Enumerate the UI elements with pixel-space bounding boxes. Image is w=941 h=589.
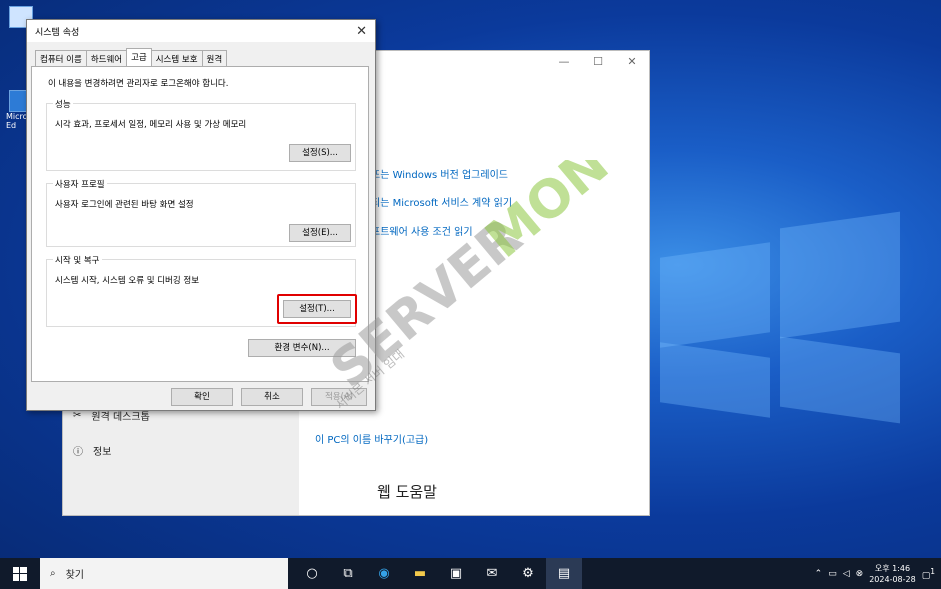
explorer-icon[interactable]: ▬ [402, 558, 438, 589]
advanced-tab-panel: 이 내용을 변경하려면 관리자로 로그온해야 합니다. 성능 시각 효과, 프로… [31, 66, 369, 382]
clock-time: 오후 1:46 [874, 563, 911, 573]
info-icon: ⓘ [73, 447, 83, 458]
mail-icon[interactable]: ✉ [474, 558, 510, 589]
status-icon[interactable]: ⊗ [856, 569, 864, 579]
clock-date: 2024-08-28 [869, 574, 916, 584]
network-icon[interactable]: ▭ [828, 569, 837, 579]
tab-remote[interactable]: 원격 [201, 50, 228, 66]
task-view-icon[interactable]: ⧉ [330, 558, 366, 589]
windows-icon [13, 566, 27, 581]
close-button[interactable]: ✕ [615, 51, 649, 73]
system-properties-icon[interactable]: ▤ [546, 558, 582, 589]
link-service-agreement[interactable]: 되는 Microsoft 서비스 계약 읽기 [371, 194, 512, 209]
tab-system-protection[interactable]: 시스템 보호 [150, 50, 203, 66]
tab-hardware[interactable]: 하드웨어 [85, 50, 128, 66]
windows-wallpaper-logo [640, 210, 900, 424]
group-title: 시작 및 복구 [53, 254, 102, 266]
link-license-terms[interactable]: 프트웨어 사용 조건 읽기 [371, 223, 473, 238]
cortana-icon[interactable]: ○ [294, 558, 330, 589]
chevron-up-icon[interactable]: ⌃ [815, 569, 823, 579]
system-tray: ⌃ ▭ ◁ ⊗ 오후 1:46 2024-08-28 ▢1 [815, 558, 941, 589]
search-placeholder: 찾기 [65, 570, 85, 581]
group-performance: 성능 시각 효과, 프로세서 일정, 메모리 사용 및 가상 메모리 설정(S)… [46, 98, 356, 171]
highlight-box [277, 294, 357, 324]
group-startup-recovery: 시작 및 복구 시스템 시작, 시스템 오류 및 디버깅 정보 설정(T)... [46, 254, 357, 327]
notification-icon[interactable]: ▢1 [922, 567, 935, 581]
remote-desktop-icon: ✂ [73, 410, 82, 421]
group-description: 시스템 시작, 시스템 오류 및 디버깅 정보 [55, 276, 200, 286]
store-icon[interactable]: ▣ [438, 558, 474, 589]
web-help-heading: 웹 도움말 [377, 483, 437, 501]
dialog-close-button[interactable]: ✕ [356, 24, 367, 39]
performance-settings-button[interactable]: 설정(S)... [289, 144, 351, 162]
edge-icon[interactable]: ◉ [366, 558, 402, 589]
search-icon: ⌕ [50, 568, 56, 579]
group-description: 시각 효과, 프로세서 일정, 메모리 사용 및 가상 메모리 [55, 120, 247, 130]
group-user-profiles: 사용자 프로필 사용자 로그인에 관련된 바탕 화면 설정 설정(E)... [46, 178, 356, 247]
group-title: 성능 [53, 98, 73, 110]
minimize-button[interactable]: — [547, 51, 581, 73]
maximize-button[interactable]: ☐ [581, 51, 615, 73]
taskbar-search[interactable]: ⌕ 찾기 [40, 558, 288, 589]
apply-button[interactable]: 적용(A) [311, 388, 367, 406]
link-rename-pc[interactable]: 이 PC의 이름 바꾸기(고급) [315, 431, 428, 446]
taskbar: ⌕ 찾기 ○ ⧉ ◉ ▬ ▣ ✉ ⚙ ▤ ⌃ ▭ ◁ ⊗ 오후 1:46 202… [0, 558, 941, 589]
volume-icon[interactable]: ◁ [843, 569, 850, 579]
start-button[interactable] [0, 558, 40, 589]
tab-advanced[interactable]: 고급 [126, 48, 152, 66]
admin-note: 이 내용을 변경하려면 관리자로 로그온해야 합니다. [48, 79, 229, 89]
ok-button[interactable]: 확인 [171, 388, 233, 406]
dialog-titlebar: 시스템 속성 ✕ [27, 20, 375, 42]
dialog-title: 시스템 속성 [35, 27, 80, 38]
group-description: 사용자 로그인에 관련된 바탕 화면 설정 [55, 200, 194, 210]
group-title: 사용자 프로필 [53, 178, 107, 190]
user-profiles-settings-button[interactable]: 설정(E)... [289, 224, 351, 242]
dialog-tabs: 컴퓨터 이름 하드웨어 고급 시스템 보호 원격 [35, 48, 228, 66]
link-upgrade[interactable]: 또는 Windows 버전 업그레이드 [371, 166, 508, 181]
clock[interactable]: 오후 1:46 2024-08-28 [869, 563, 916, 585]
cancel-button[interactable]: 취소 [241, 388, 303, 406]
environment-variables-button[interactable]: 환경 변수(N)... [248, 339, 356, 357]
settings-icon[interactable]: ⚙ [510, 558, 546, 589]
nav-item-about[interactable]: ⓘ 정보 [73, 443, 111, 458]
tab-computer-name[interactable]: 컴퓨터 이름 [35, 50, 87, 66]
system-properties-dialog: 시스템 속성 ✕ 컴퓨터 이름 하드웨어 고급 시스템 보호 원격 이 내용을 … [26, 19, 376, 411]
